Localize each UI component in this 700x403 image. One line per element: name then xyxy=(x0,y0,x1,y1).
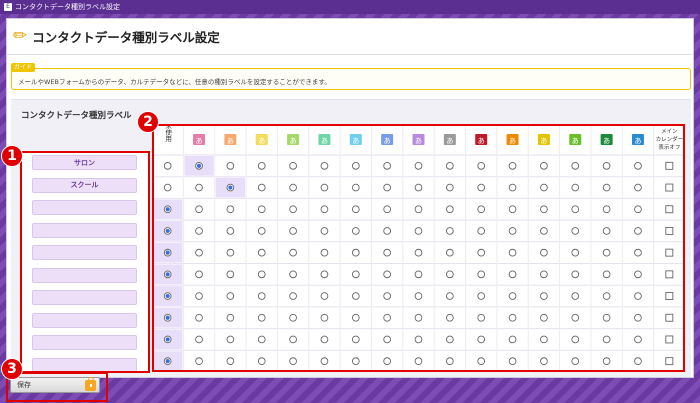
guide-box: ガイド メールやWEBフォームからのデータ、カルテデータなどに、任意の種別ラベル… xyxy=(11,63,691,90)
annotation-box-2 xyxy=(152,124,685,372)
save-button-label: 保存 xyxy=(17,381,31,389)
section-title: コンタクトデータ種別ラベル xyxy=(21,111,132,121)
save-button[interactable]: 保存 xyxy=(10,377,100,393)
guide-tag: ガイド xyxy=(11,63,36,72)
annotation-box-1 xyxy=(20,151,150,373)
window-titlebar: E コンタクトデータ種別ラベル設定 xyxy=(0,0,700,14)
page-header: ✏ コンタクトデータ種別ラベル設定 xyxy=(7,19,693,55)
app-icon: E xyxy=(4,3,12,11)
annotation-marker-2: 2 xyxy=(137,111,159,133)
window-title: コンタクトデータ種別ラベル設定 xyxy=(15,3,120,11)
lock-icon xyxy=(85,377,96,391)
annotation-marker-3: 3 xyxy=(1,358,23,380)
page-title: コンタクトデータ種別ラベル設定 xyxy=(32,30,220,45)
guide-text: メールやWEBフォームからのデータ、カルテデータなどに、任意の種別ラベルを設定す… xyxy=(18,78,331,86)
pencil-icon: ✏ xyxy=(13,26,28,46)
annotation-marker-1: 1 xyxy=(1,145,23,167)
